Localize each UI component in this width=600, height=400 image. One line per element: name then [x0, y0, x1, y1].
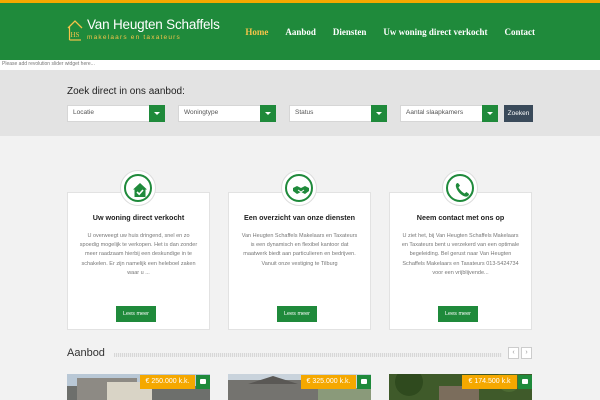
listing-card[interactable]: € 174.500 k.k [389, 374, 532, 400]
logo-house-icon: HS [67, 18, 83, 42]
read-more-button[interactable]: Lees meer [438, 306, 478, 322]
select-status-label: Status [295, 109, 314, 116]
card-diensten: Een overzicht van onze diensten Van Heug… [228, 192, 371, 330]
phone-icon [442, 170, 478, 206]
logo-name: Van Heugten Schaffels [87, 17, 220, 32]
house-check-icon [120, 170, 156, 206]
listing-card[interactable]: € 325.000 k.k. [228, 374, 371, 400]
nav-contact[interactable]: Contact [505, 27, 536, 37]
search-button[interactable]: Zoeken [504, 105, 533, 122]
select-slaapkamers[interactable]: Aantal slaapkamers [400, 105, 498, 122]
listing-price: € 250.000 k.k. [140, 375, 195, 389]
chevron-down-icon [371, 105, 387, 122]
read-more-button[interactable]: Lees meer [277, 306, 317, 322]
card-contact: Neem contact met ons op U ziet het, bij … [389, 192, 532, 330]
tag-icon [518, 375, 532, 389]
site-logo[interactable]: HS Van Heugten Schaffels makelaars en ta… [67, 18, 220, 42]
chevron-down-icon [149, 105, 165, 122]
aanbod-title: Aanbod [67, 347, 105, 359]
carousel-prev-button[interactable]: ‹ [508, 347, 519, 359]
tag-icon [357, 375, 371, 389]
select-woningtype[interactable]: Woningtype [178, 105, 276, 122]
listing-price: € 325.000 k.k. [301, 375, 356, 389]
slider-placeholder-notice: Please add revolution slider widget here… [0, 60, 600, 70]
card-text: Van Heugten Schaffels Makelaars en Taxat… [241, 233, 358, 267]
card-title: Neem contact met ons op [416, 213, 505, 222]
select-woningtype-label: Woningtype [184, 109, 219, 116]
chevron-down-icon [260, 105, 276, 122]
nav-aanbod[interactable]: Aanbod [285, 27, 316, 37]
search-title: Zoek direct in ons aanbod: [67, 86, 185, 97]
listing-price: € 174.500 k.k [462, 375, 517, 389]
card-title: Uw woning direct verkocht [92, 213, 185, 222]
listing-card[interactable]: € 250.000 k.k. [67, 374, 210, 400]
card-direct-verkocht: Uw woning direct verkocht U overweegt uw… [67, 192, 210, 330]
tag-icon [196, 375, 210, 389]
card-text: U overweegt uw huis dringend, snel en zo… [79, 233, 198, 276]
handshake-icon [281, 170, 317, 206]
card-text: U ziet het, bij Van Heugten Schaffels Ma… [401, 233, 520, 276]
nav-direct-verkocht[interactable]: Uw woning direct verkocht [383, 27, 487, 37]
logo-tagline: makelaars en taxateurs [87, 34, 181, 41]
select-status[interactable]: Status [289, 105, 387, 122]
feature-cards-section: Uw woning direct verkocht U overweegt uw… [0, 136, 600, 346]
select-slaapkamers-label: Aantal slaapkamers [406, 109, 464, 116]
select-locatie-label: Locatie [73, 109, 94, 116]
nav-diensten[interactable]: Diensten [333, 27, 367, 37]
read-more-button[interactable]: Lees meer [116, 306, 156, 322]
main-nav: Home Aanbod Diensten Uw woning direct ve… [228, 3, 535, 60]
site-header: HS Van Heugten Schaffels makelaars en ta… [0, 3, 600, 60]
card-title: Een overzicht van onze diensten [243, 213, 356, 222]
nav-home[interactable]: Home [245, 27, 268, 37]
select-locatie[interactable]: Locatie [67, 105, 165, 122]
carousel-next-button[interactable]: › [521, 347, 532, 359]
search-section: Zoek direct in ons aanbod: Locatie Wonin… [0, 70, 600, 136]
section-divider [114, 353, 502, 357]
chevron-down-icon [482, 105, 498, 122]
svg-text:HS: HS [71, 31, 80, 39]
